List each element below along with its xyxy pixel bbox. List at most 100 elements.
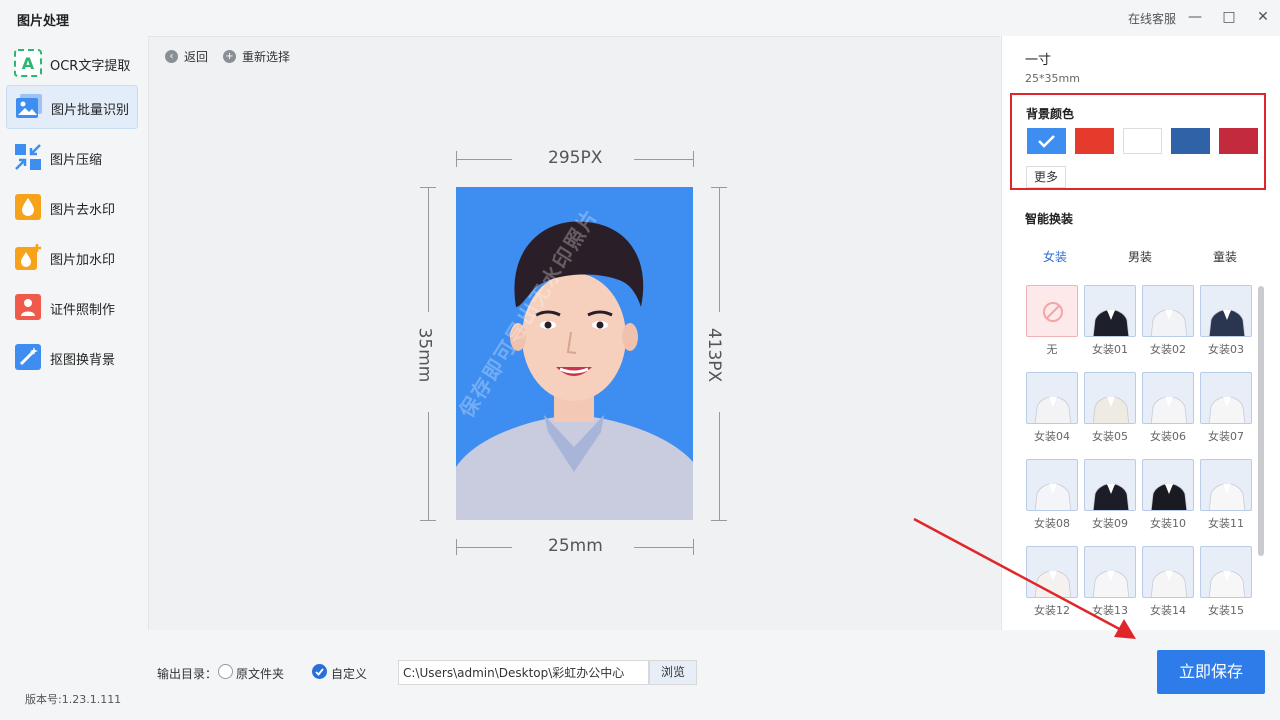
drop-plus-icon [15,244,41,270]
cloth-label: 无 [1046,343,1058,356]
sidebar-item-remove-watermark[interactable]: 图片去水印 [6,186,138,230]
sidebar-item-label: 图片压缩 [50,153,103,168]
minimize-icon[interactable]: — [1186,8,1204,26]
swatch-crimson[interactable] [1219,128,1258,154]
outfit-icon [1150,396,1188,423]
swatch-dark-blue[interactable] [1171,128,1210,154]
outfit-icon [1208,570,1246,597]
drop-icon [15,194,41,220]
cloth-item[interactable] [1084,459,1136,511]
swatch-blue[interactable] [1027,128,1066,154]
original-folder-label[interactable]: 原文件夹 [236,665,284,682]
sidebar-item-label: 图片批量识别 [51,103,130,118]
tab-men[interactable]: 男装 [1128,248,1152,265]
cloth-item[interactable] [1200,285,1252,337]
version-label: 版本号:1.23.1.111 [25,693,122,706]
maximize-icon[interactable]: □ [1220,8,1238,26]
sidebar-item-id-photo[interactable]: 证件照制作 [6,286,138,330]
width-mm-label: 25mm [548,536,603,556]
cloth-label: 女装14 [1150,604,1186,617]
dim-tick [711,520,727,521]
sidebar-item-cutout[interactable]: 抠图换背景 [6,336,138,380]
swatch-white[interactable] [1123,128,1162,154]
browse-button[interactable]: 浏览 [649,660,697,685]
dim-line [719,412,720,520]
cloth-item[interactable] [1142,546,1194,598]
tab-women[interactable]: 女装 [1043,248,1067,265]
height-mm-label: 35mm [414,327,435,383]
svg-text:A: A [22,54,35,73]
cloth-label: 女装05 [1092,430,1128,443]
outfit-icon [1034,396,1072,423]
dim-tick [693,539,694,555]
outfit-icon [1208,483,1246,510]
sidebar-item-label: 图片去水印 [50,203,116,218]
cloth-item[interactable] [1200,372,1252,424]
radio-original-folder[interactable] [218,664,233,679]
cloth-item[interactable] [1084,372,1136,424]
outfit-icon [1092,396,1130,423]
swatch-red[interactable] [1075,128,1114,154]
close-icon[interactable]: ✕ [1254,8,1272,26]
online-service-link[interactable]: 在线客服 [1128,10,1176,27]
sidebar-item-add-watermark[interactable]: 图片加水印 [6,236,138,280]
sidebar-item-label: OCR文字提取 [50,59,131,74]
cloth-label: 女装07 [1208,430,1244,443]
output-path-input[interactable] [398,660,649,685]
ocr-icon: A [14,49,42,77]
smart-dress-title: 智能换装 [1025,212,1074,226]
dim-line [634,547,693,548]
back-button[interactable]: ‹ 返回 [165,48,208,65]
sidebar: A OCR文字提取 图片批量识别 图片压缩 图片去水印 图片加水印 证件照制作 … [0,36,148,636]
dim-tick [420,520,436,521]
outfit-icon [1150,483,1188,510]
cloth-item[interactable] [1200,546,1252,598]
no-entry-icon [1043,302,1063,322]
dim-line [428,187,429,312]
cloth-item[interactable] [1142,372,1194,424]
sidebar-item-batch-recognize[interactable]: 图片批量识别 [6,85,138,129]
cloth-label: 女装11 [1208,517,1244,530]
outfit-icon [1150,309,1188,336]
cloth-item[interactable] [1026,372,1078,424]
outfit-icon [1034,483,1072,510]
cloth-label: 女装10 [1150,517,1186,530]
compress-icon [15,144,41,170]
cloth-item[interactable] [1142,285,1194,337]
check-icon [315,668,324,676]
radio-custom[interactable] [312,664,327,679]
cloth-none[interactable] [1026,285,1078,337]
back-arrow-icon: ‹ [165,50,178,63]
plus-icon: + [223,50,236,63]
dim-line [456,547,512,548]
dim-line [634,159,693,160]
outfit-icon [1208,309,1246,336]
custom-label[interactable]: 自定义 [331,665,367,682]
cloth-label: 女装02 [1150,343,1186,356]
sidebar-item-label: 证件照制作 [50,303,116,318]
scrollbar[interactable] [1258,286,1264,556]
sidebar-item-compress[interactable]: 图片压缩 [6,136,138,180]
more-colors-button[interactable]: 更多 [1026,166,1066,188]
width-px-label: 295PX [548,148,603,168]
cloth-item[interactable] [1200,459,1252,511]
dim-line [428,412,429,520]
cloth-label: 女装15 [1208,604,1244,617]
cloth-label: 女装01 [1092,343,1128,356]
reselect-button[interactable]: + 重新选择 [223,48,290,65]
cloth-item[interactable] [1026,459,1078,511]
sidebar-item-label: 图片加水印 [50,253,116,268]
id-photo-icon [15,294,41,320]
title-bar: 图片处理 在线客服 — □ ✕ [0,0,1280,36]
dim-tick [693,151,694,167]
outfit-icon [1150,570,1188,597]
cloth-item[interactable] [1084,285,1136,337]
cloth-item[interactable] [1142,459,1194,511]
dim-line [719,187,720,312]
cloth-label: 女装03 [1208,343,1244,356]
sidebar-item-ocr[interactable]: A OCR文字提取 [6,42,138,86]
annotation-arrow-icon [913,517,1136,639]
tab-kids[interactable]: 童装 [1213,248,1237,265]
save-button[interactable]: 立即保存 [1157,650,1265,694]
output-dir-label: 输出目录： [157,667,218,681]
